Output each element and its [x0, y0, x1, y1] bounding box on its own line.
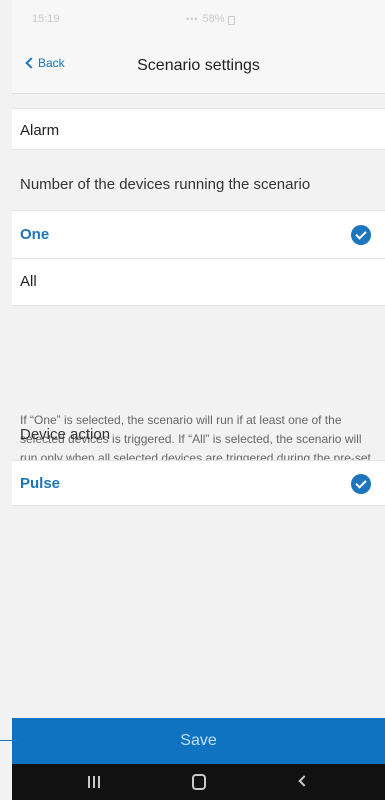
back-icon[interactable]: [298, 775, 310, 787]
status-bar: 15:19 ••• 58%: [12, 0, 385, 36]
app-screen: 15:19 ••• 58% Back Scenario settings Ala…: [12, 0, 385, 800]
check-circle-icon: [351, 474, 371, 494]
status-time: 15:19: [32, 13, 60, 25]
page-title: Scenario settings: [137, 57, 260, 74]
device-option-all[interactable]: All: [12, 258, 385, 306]
devices-section-title: Number of the devices running the scenar…: [20, 176, 311, 193]
pulse-label: Pulse: [20, 475, 61, 492]
signal-icon: •••: [186, 14, 199, 24]
battery-percentage: 58%: [202, 13, 225, 25]
check-circle-icon: [351, 225, 371, 245]
device-action-pulse[interactable]: Pulse: [12, 460, 385, 506]
android-navigation-bar: [12, 764, 385, 800]
alarm-row[interactable]: Alarm: [12, 108, 385, 150]
recent-apps-icon[interactable]: [88, 776, 103, 788]
alarm-label: Alarm: [20, 122, 60, 139]
save-button[interactable]: Save: [12, 718, 385, 764]
device-option-one[interactable]: One: [12, 210, 385, 259]
left-edge-line: [0, 740, 20, 741]
device-action-title: Device action: [20, 426, 111, 443]
option-all-label: All: [20, 273, 37, 290]
phone-screen: 15:19 ••• 58% Back Scenario settings Ala…: [0, 0, 385, 800]
option-one-label: One: [20, 226, 50, 243]
status-right: ••• 58%: [186, 13, 236, 25]
navigation-bar: Back Scenario settings: [12, 36, 385, 94]
battery-icon: [228, 15, 236, 25]
home-icon[interactable]: [192, 774, 206, 790]
